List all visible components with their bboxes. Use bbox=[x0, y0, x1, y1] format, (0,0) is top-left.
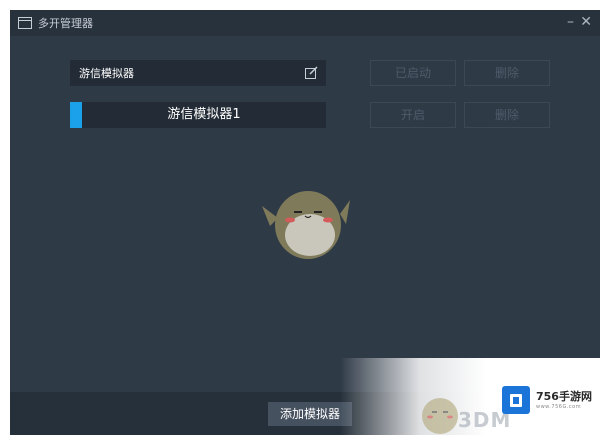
site-logo-icon bbox=[502, 386, 530, 414]
title-bar[interactable]: 多开管理器 – ✕ bbox=[10, 10, 600, 36]
window-app-icon bbox=[18, 17, 32, 29]
watermark-site-url: www.756G.com bbox=[536, 404, 582, 410]
instance-name: 游信模拟器1 bbox=[167, 107, 241, 122]
close-icon[interactable]: ✕ bbox=[580, 15, 592, 29]
mascot-illustration bbox=[262, 191, 350, 259]
window-title: 多开管理器 bbox=[38, 17, 93, 30]
delete-instance-button[interactable]: 删除 bbox=[464, 102, 550, 128]
watermark-site-name: 756手游网 bbox=[536, 390, 592, 403]
watermark-mascot-icon bbox=[422, 398, 458, 434]
open-instance-button[interactable]: 开启 bbox=[370, 102, 456, 128]
template-name-field[interactable]: 游信模拟器 bbox=[70, 60, 326, 86]
edit-icon[interactable] bbox=[305, 66, 318, 79]
started-button[interactable]: 已启动 bbox=[370, 60, 456, 86]
instance-accent-bar bbox=[70, 102, 82, 128]
minimize-icon[interactable]: – bbox=[567, 15, 574, 29]
delete-template-button[interactable]: 删除 bbox=[464, 60, 550, 86]
template-name-label: 游信模拟器 bbox=[79, 67, 134, 80]
instance-row[interactable]: 游信模拟器1 bbox=[70, 102, 326, 128]
